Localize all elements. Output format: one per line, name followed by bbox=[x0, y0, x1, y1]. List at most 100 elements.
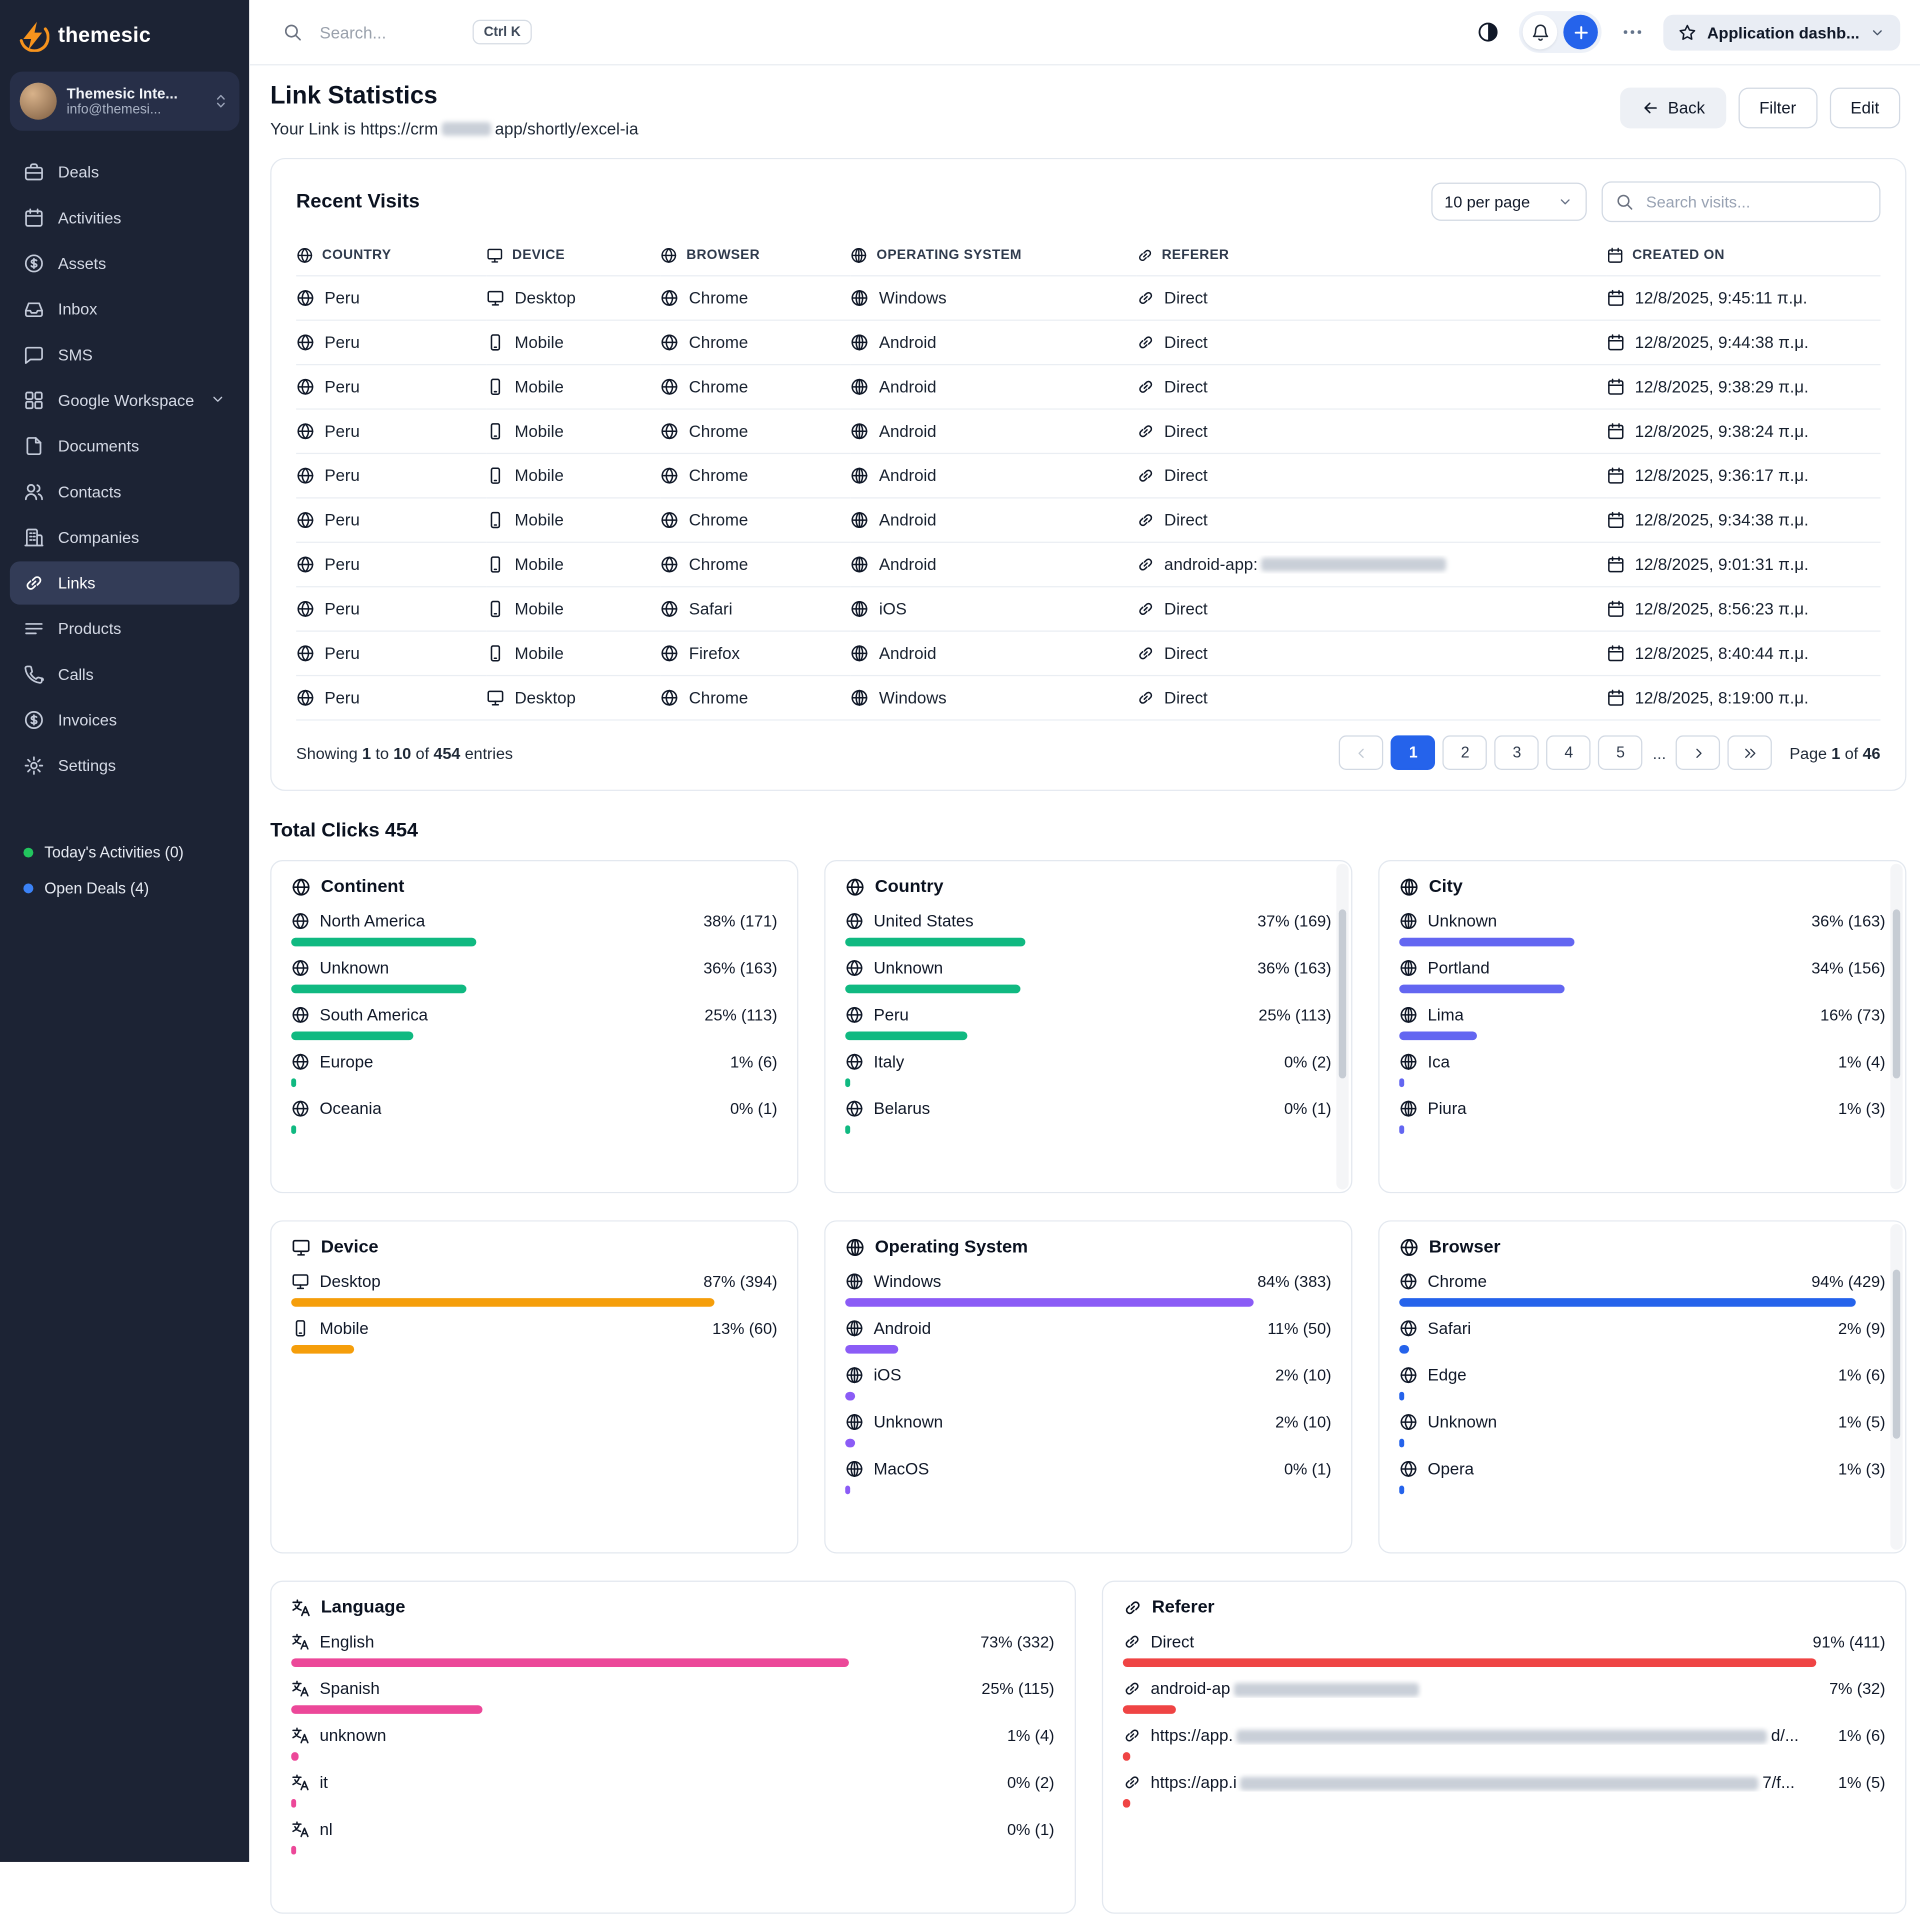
globe2-icon bbox=[1399, 1006, 1418, 1025]
stat-item-unknown: Unknown2% (10) bbox=[845, 1413, 1331, 1448]
stat-item-edge: Edge1% (6) bbox=[1399, 1366, 1885, 1401]
stat-bar bbox=[291, 1298, 714, 1307]
global-search-input[interactable] bbox=[317, 22, 458, 43]
globe-icon bbox=[661, 333, 680, 352]
globe-icon bbox=[661, 422, 680, 441]
search-icon bbox=[1615, 192, 1634, 211]
globe-icon bbox=[296, 644, 315, 663]
table-row: PeruMobileFirefoxAndroidDirect12/8/2025,… bbox=[296, 631, 1880, 675]
sidebar-item-documents[interactable]: Documents bbox=[10, 424, 240, 467]
linkicon-icon bbox=[1122, 1726, 1141, 1745]
notifications-button[interactable] bbox=[1523, 15, 1558, 50]
phone-icon bbox=[486, 555, 505, 574]
sidebar-footer-item-today-s-activities-0[interactable]: Today's Activities (0) bbox=[23, 844, 225, 861]
globe-icon bbox=[661, 600, 680, 619]
back-button[interactable]: Back bbox=[1620, 88, 1726, 129]
star-icon bbox=[1679, 23, 1698, 42]
visits-search-input[interactable] bbox=[1644, 191, 1867, 212]
sidebar-footer-item-open-deals-4[interactable]: Open Deals (4) bbox=[23, 880, 225, 897]
sidebar-item-inbox[interactable]: Inbox bbox=[10, 287, 240, 330]
globe2-icon bbox=[851, 289, 870, 308]
workspace-icon bbox=[23, 390, 44, 411]
theme-toggle-icon[interactable] bbox=[1478, 21, 1500, 43]
stat-value: 91% (411) bbox=[1813, 1632, 1886, 1651]
sidebar-item-sms[interactable]: SMS bbox=[10, 333, 240, 376]
filter-button[interactable]: Filter bbox=[1738, 88, 1817, 129]
chevrons-up-down-icon bbox=[212, 93, 229, 110]
workspace-dropdown[interactable]: Application dashb... bbox=[1664, 14, 1900, 50]
globe2-icon bbox=[851, 247, 868, 264]
stat-card-continent: ContinentNorth America38% (171)Unknown36… bbox=[270, 860, 798, 1193]
per-page-select[interactable]: 10 per page bbox=[1431, 183, 1587, 221]
sidebar-item-assets[interactable]: Assets bbox=[10, 242, 240, 285]
sidebar-item-label: Settings bbox=[58, 756, 116, 775]
stat-item-piura: Piura1% (3) bbox=[1399, 1099, 1885, 1134]
globe-icon bbox=[845, 912, 864, 931]
page-button-4[interactable]: 4 bbox=[1547, 735, 1591, 770]
sidebar-item-settings[interactable]: Settings bbox=[10, 744, 240, 787]
globe2-icon bbox=[851, 511, 870, 530]
globe-icon bbox=[291, 877, 311, 897]
stat-bar bbox=[845, 1439, 855, 1448]
phone-icon bbox=[486, 511, 505, 530]
page-button-5[interactable]: 5 bbox=[1598, 735, 1642, 770]
globe-icon bbox=[1399, 1238, 1419, 1258]
table-row: PeruDesktopChromeWindowsDirect12/8/2025,… bbox=[296, 276, 1880, 320]
search-icon bbox=[283, 22, 303, 42]
scrollbar[interactable] bbox=[1336, 864, 1348, 1190]
chevron-down-icon bbox=[1557, 194, 1573, 210]
edit-button[interactable]: Edit bbox=[1830, 88, 1901, 129]
sidebar-item-links[interactable]: Links bbox=[10, 561, 240, 604]
next-page-button[interactable] bbox=[1676, 735, 1720, 770]
add-button[interactable] bbox=[1564, 15, 1599, 50]
stat-value: 2% (9) bbox=[1838, 1319, 1885, 1338]
globe-icon bbox=[291, 1006, 310, 1025]
stat-card-title: Continent bbox=[291, 877, 777, 897]
scrollbar-thumb[interactable] bbox=[1339, 909, 1346, 1078]
globe-icon bbox=[291, 912, 310, 931]
sidebar-item-activities[interactable]: Activities bbox=[10, 196, 240, 239]
linkicon-icon bbox=[1122, 1598, 1142, 1618]
page-button-2[interactable]: 2 bbox=[1443, 735, 1487, 770]
scrollbar[interactable] bbox=[1890, 864, 1902, 1190]
scrollbar-thumb[interactable] bbox=[1893, 909, 1900, 1078]
last-page-button[interactable] bbox=[1728, 735, 1772, 770]
redacted-text bbox=[1234, 1683, 1419, 1697]
stat-card-title: Referer bbox=[1122, 1598, 1885, 1618]
logo[interactable]: themesic bbox=[10, 17, 240, 71]
more-menu-icon[interactable] bbox=[1622, 21, 1644, 43]
stat-bar bbox=[291, 938, 476, 947]
profile-card[interactable]: Themesic Inte... info@themesi... bbox=[10, 72, 240, 131]
page-button-3[interactable]: 3 bbox=[1495, 735, 1539, 770]
calendar-icon bbox=[1606, 378, 1625, 397]
phone-icon bbox=[486, 333, 505, 352]
stat-bar bbox=[1399, 1125, 1404, 1134]
bolt-icon bbox=[17, 20, 49, 52]
sidebar-item-products[interactable]: Products bbox=[10, 607, 240, 650]
settings-icon bbox=[23, 755, 44, 776]
globe-icon bbox=[661, 644, 680, 663]
stat-item-ica: Ica1% (4) bbox=[1399, 1053, 1885, 1088]
sidebar-item-label: Inbox bbox=[58, 300, 97, 319]
globe-icon bbox=[296, 511, 315, 530]
arrow-left-icon bbox=[1641, 99, 1660, 118]
inbox-icon bbox=[23, 299, 44, 320]
sidebar-item-invoices[interactable]: Invoices bbox=[10, 698, 240, 741]
stat-bar bbox=[1399, 938, 1574, 947]
scrollbar[interactable] bbox=[1890, 1224, 1902, 1550]
sidebar-item-deals[interactable]: Deals bbox=[10, 151, 240, 194]
scrollbar-thumb[interactable] bbox=[1893, 1270, 1900, 1439]
stat-bar bbox=[1399, 985, 1564, 994]
sidebar-item-contacts[interactable]: Contacts bbox=[10, 470, 240, 513]
sidebar-item-companies[interactable]: Companies bbox=[10, 516, 240, 559]
sidebar-item-google-workspace[interactable]: Google Workspace bbox=[10, 379, 240, 422]
linkicon-icon bbox=[1136, 422, 1155, 441]
globe-icon bbox=[1399, 1366, 1418, 1385]
sidebar-item-calls[interactable]: Calls bbox=[10, 653, 240, 696]
page-button-1[interactable]: 1 bbox=[1391, 735, 1435, 770]
stat-bar bbox=[291, 1799, 296, 1808]
prev-page-button[interactable] bbox=[1339, 735, 1383, 770]
chevron-down-icon bbox=[210, 391, 226, 407]
globe-icon bbox=[1399, 1319, 1418, 1338]
stat-item-south-america: South America25% (113) bbox=[291, 1006, 777, 1041]
